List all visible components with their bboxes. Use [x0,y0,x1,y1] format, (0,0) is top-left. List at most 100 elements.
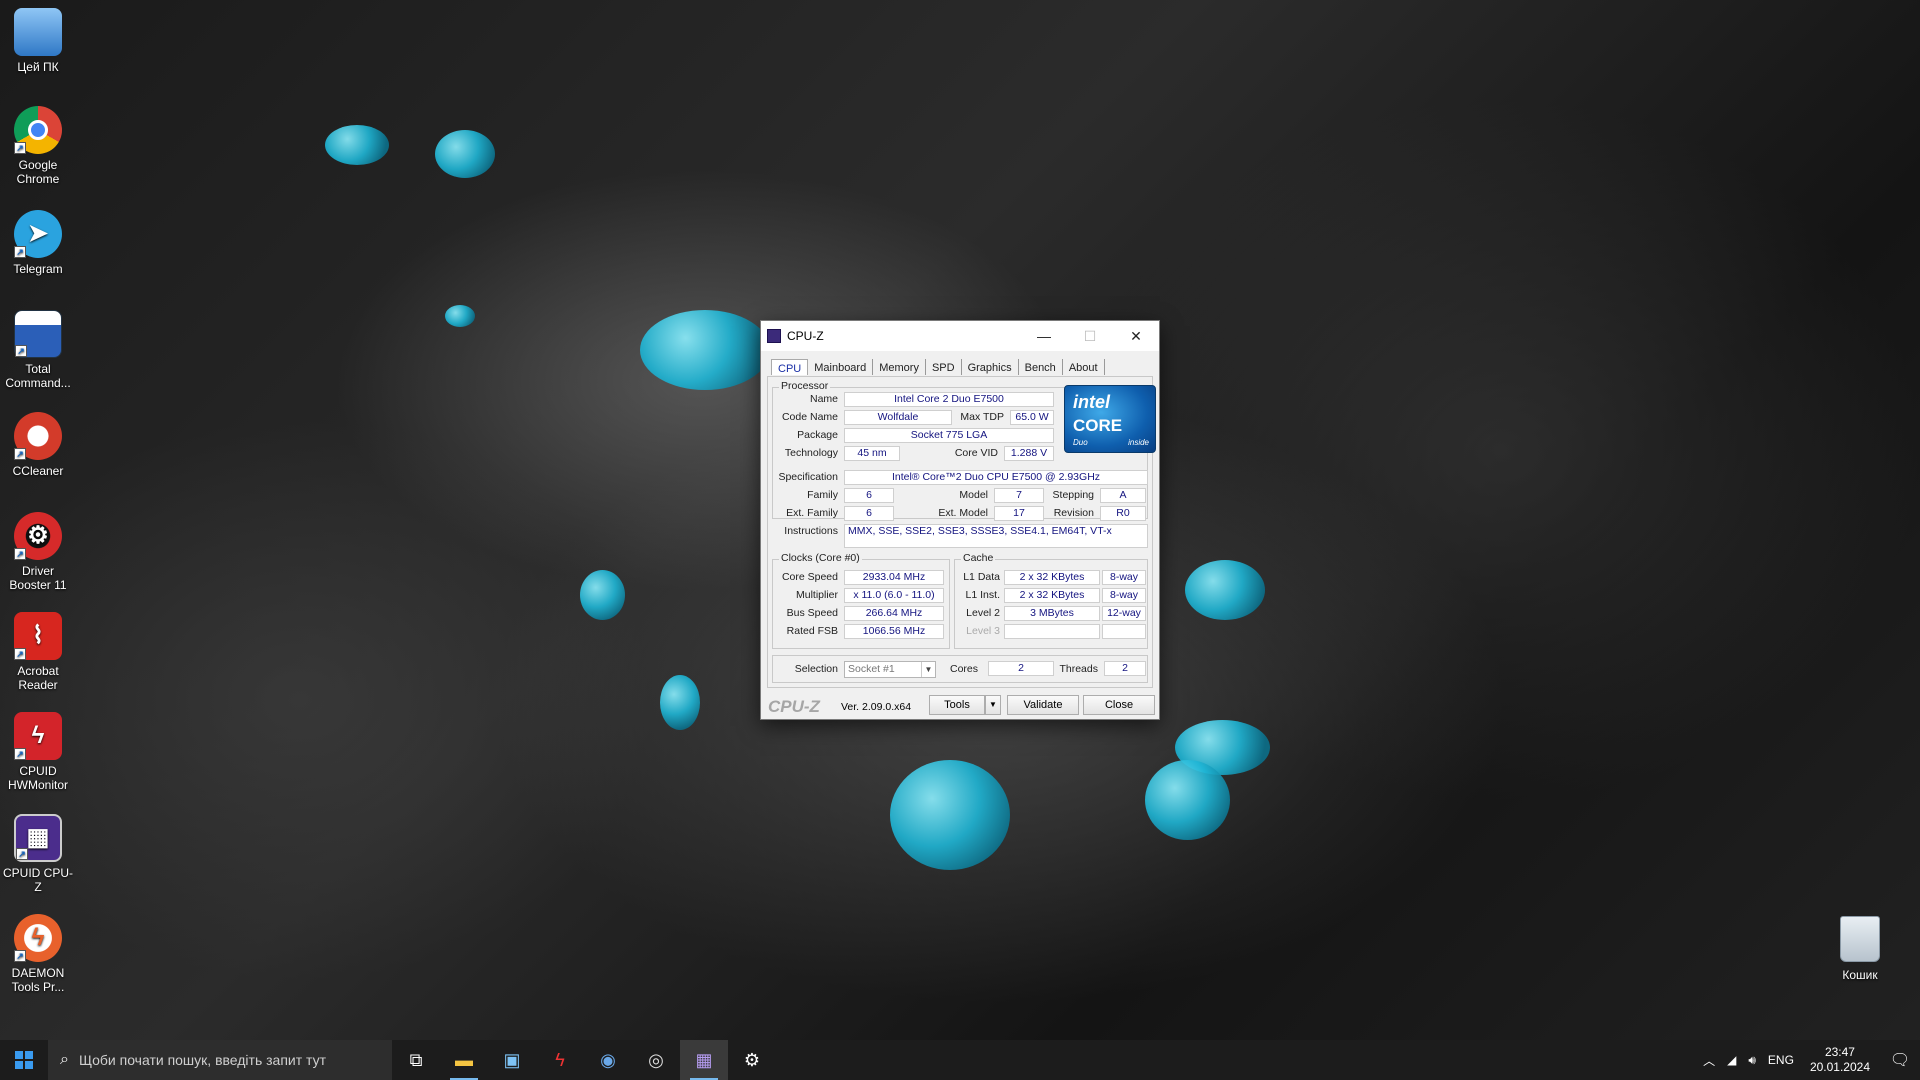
taskbar-search-box[interactable]: ⌕ Щоби почати пошук, введіть запит тут [48,1040,392,1080]
l1-inst-way: 8-way [1102,588,1146,603]
desktop-icon-hwmonitor[interactable]: ϟ ↗ CPUID HWMonitor [0,712,76,792]
cpuz-taskbar-icon[interactable]: ▦ [680,1040,728,1080]
telegram-icon: ➤ ↗ [14,210,62,258]
file-explorer-icon[interactable]: ▬ [440,1040,488,1080]
desktop-icon-label: Кошик [1842,968,1878,982]
package-label: Package [797,429,838,441]
l1-data-value: 2 x 32 KBytes [1004,570,1100,585]
instructions-value: MMX, SSE, SSE2, SSE3, SSSE3, SSE4.1, EM6… [844,524,1148,548]
start-button[interactable] [0,1040,48,1080]
tab-bar: CPU Mainboard Memory SPD Graphics Bench … [761,351,1159,379]
shortcut-arrow-icon: ↗ [14,142,26,154]
l1-data-label: L1 Data [963,571,1000,583]
revision-value: R0 [1100,506,1146,521]
group-label: Cache [961,552,996,564]
hwmonitor-icon: ϟ ↗ [14,712,62,760]
extfamily-value: 6 [844,506,894,521]
volume-icon[interactable]: 🔊︎ [1742,1053,1762,1068]
instructions-label: Instructions [784,525,838,537]
window-titlebar[interactable]: CPU-Z — ☐ ✕ [761,321,1159,351]
extmodel-value: 17 [994,506,1044,521]
tab-bench[interactable]: Bench [1019,359,1063,375]
tools-button-label: Tools [944,699,970,711]
selection-label: Selection [794,663,838,675]
technology-label: Technology [784,447,838,459]
close-button[interactable]: Close [1083,695,1155,715]
hwmonitor-taskbar-icon[interactable]: ϟ [536,1040,584,1080]
desktop-icon-label: Telegram [13,262,63,276]
busspeed-label: Bus Speed [786,607,838,619]
model-value: 7 [994,488,1044,503]
driver-booster-icon: ⚙ ↗ [14,512,62,560]
codename-label: Code Name [781,411,838,423]
tools-button[interactable]: Tools [929,695,985,715]
taskbar: ⌕ Щоби почати пошук, введіть запит тут ⧉… [0,1040,1920,1080]
threads-label: Threads [1059,663,1098,675]
multiplier-label: Multiplier [795,589,838,601]
notification-center-icon[interactable]: 🗨︎ [1880,1050,1920,1070]
desktop-icon-recycle-bin[interactable]: Кошик [1822,916,1898,982]
network-icon[interactable]: ◢ [1721,1053,1742,1067]
microsoft-store-icon[interactable]: ▣ [488,1040,536,1080]
desktop-icon-this-pc[interactable]: Цей ПК [0,8,76,74]
search-placeholder: Щоби почати пошук, введіть запит тут [78,1052,327,1068]
shortcut-arrow-icon: ↗ [14,246,26,258]
desktop-icon-driver-booster[interactable]: ⚙ ↗ Driver Booster 11 [0,512,76,592]
desktop-icon-acrobat[interactable]: ⌇ ↗ Acrobat Reader [0,612,76,692]
stepping-value: A [1100,488,1146,503]
desktop-icon-total-commander[interactable]: ↗ Total Command... [0,310,76,390]
desktop-icon-label: CCleaner [12,464,64,478]
tab-mainboard[interactable]: Mainboard [808,359,874,375]
cpuz-icon: ▦ ↗ [14,814,62,862]
settings-gear-icon[interactable]: ⚙ [728,1040,776,1080]
tools-dropdown-button[interactable]: ▼ [985,695,1001,715]
chevron-up-icon[interactable]: ︿ [1697,1052,1721,1069]
desktop-icon-daemon-tools[interactable]: ϟ ↗ DAEMON Tools Pr... [0,914,76,994]
l1-data-way: 8-way [1102,570,1146,585]
desktop-icon-label: DAEMON Tools Pr... [11,966,65,994]
taskbar-clock[interactable]: 23:47 20.01.2024 [1800,1045,1880,1075]
minimize-icon[interactable]: — [1021,321,1067,351]
tab-memory[interactable]: Memory [873,359,926,375]
stepping-label: Stepping [1052,489,1094,501]
desktop-icon-cpuz[interactable]: ▦ ↗ CPUID CPU-Z [0,814,76,894]
windows-logo-icon [15,1051,33,1069]
cores-value: 2 [988,661,1054,676]
maximize-icon[interactable]: ☐ [1067,321,1113,351]
wallpaper-drop [580,570,625,620]
socket-select[interactable]: Socket #1 ▼ [844,661,936,678]
tab-cpu[interactable]: CPU [771,359,809,375]
close-icon[interactable]: ✕ [1113,321,1159,351]
cpuz-window[interactable]: CPU-Z — ☐ ✕ CPU Mainboard Memory SPD Gra… [760,320,1160,720]
wallpaper-drop [435,130,495,178]
corevid-value: 1.288 V [1004,446,1054,461]
version-label: Ver. 2.09.0.x64 [841,701,912,713]
shortcut-arrow-icon: ↗ [15,345,27,357]
validate-button[interactable]: Validate [1007,695,1079,715]
system-tray: ︿ ◢ 🔊︎ ENG 23:47 20.01.2024 🗨︎ [1697,1040,1920,1080]
tab-graphics[interactable]: Graphics [962,359,1019,375]
corespeed-value: 2933.04 MHz [844,570,944,585]
desktop-icon-chrome[interactable]: ↗ Google Chrome [0,106,76,186]
family-label: Family [807,489,838,501]
package-value: Socket 775 LGA [844,428,1054,443]
wallpaper-drop [640,310,770,390]
desktop-icon-label: Acrobat Reader [17,664,59,692]
wallpaper-drop [1145,760,1230,840]
wallpaper-drop [660,675,700,730]
intel-core2-duo-logo: intel CORE Duo inside [1064,385,1156,453]
shortcut-arrow-icon: ↗ [14,950,26,962]
corevid-label: Core VID [954,447,998,459]
extmodel-label: Ext. Model [938,507,988,519]
steam-icon[interactable]: ◎ [632,1040,680,1080]
extfamily-label: Ext. Family [786,507,838,519]
tab-spd[interactable]: SPD [926,359,962,375]
task-view-icon[interactable]: ⧉ [392,1040,440,1080]
desktop-icon-label: Google Chrome [16,158,60,186]
qbittorrent-icon[interactable]: ◉ [584,1040,632,1080]
language-indicator[interactable]: ENG [1762,1053,1800,1067]
acrobat-icon: ⌇ ↗ [14,612,62,660]
tab-about[interactable]: About [1063,359,1105,375]
desktop-icon-telegram[interactable]: ➤ ↗ Telegram [0,210,76,276]
desktop-icon-ccleaner[interactable]: ↗ CCleaner [0,412,76,478]
